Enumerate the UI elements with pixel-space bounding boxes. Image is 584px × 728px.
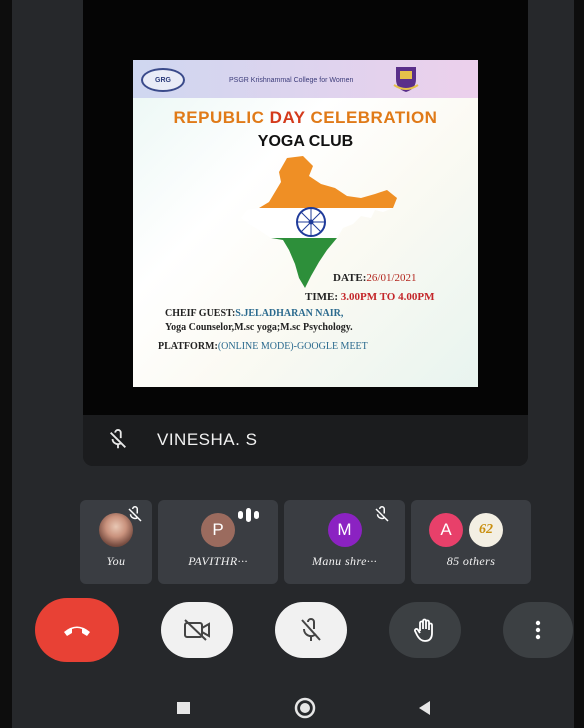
raise-hand-icon bbox=[414, 618, 433, 642]
avatar: A bbox=[429, 513, 463, 547]
chief-guest: CHEIF GUEST:S.JELADHARAN NAIR, bbox=[165, 308, 344, 319]
more-vertical-icon bbox=[535, 620, 541, 640]
end-call-button[interactable] bbox=[35, 598, 119, 662]
mic-toggle-button[interactable] bbox=[275, 602, 347, 658]
square-icon[interactable] bbox=[172, 696, 196, 720]
participant-name: VINESHA. S bbox=[157, 430, 258, 449]
main-video-tile[interactable]: GRG PSGR Krishnammal College for Women R… bbox=[83, 0, 528, 466]
meet-screen: GRG PSGR Krishnammal College for Women R… bbox=[0, 0, 584, 728]
call-controls bbox=[0, 598, 584, 664]
event-poster: GRG PSGR Krishnammal College for Women R… bbox=[133, 60, 478, 387]
participant-strip: You P PAVITHR··· M Manu shre··· A 62 85 … bbox=[80, 500, 531, 584]
participant-name: You bbox=[106, 554, 126, 568]
raise-hand-button[interactable] bbox=[389, 602, 461, 658]
avatar: 62 bbox=[469, 513, 503, 547]
college-crest-icon bbox=[393, 67, 419, 92]
avatar-group: A 62 bbox=[429, 513, 517, 547]
main-tile-label: VINESHA. S bbox=[83, 415, 528, 466]
video-off-icon bbox=[184, 619, 210, 641]
participant-tile-pavithr[interactable]: P PAVITHR··· bbox=[158, 500, 278, 584]
triangle-back-icon[interactable] bbox=[413, 696, 437, 720]
event-time: TIME: 3.00PM TO 4.00PM bbox=[305, 291, 435, 303]
circle-icon[interactable] bbox=[293, 696, 317, 720]
event-title: REPUBLIC DAY CELEBRATION bbox=[173, 108, 438, 127]
participant-name: PAVITHR··· bbox=[188, 554, 248, 568]
chief-guest-role: Yoga Counselor,M.sc yoga;M.sc Psychology… bbox=[165, 322, 353, 333]
more-options-button[interactable] bbox=[503, 602, 573, 658]
avatar: P bbox=[201, 513, 235, 547]
mic-off-icon bbox=[301, 618, 321, 641]
system-nav-bar bbox=[0, 688, 584, 728]
avatar: M bbox=[327, 513, 362, 547]
event-date: DATE:26/01/2021 bbox=[333, 272, 417, 284]
mic-off-icon bbox=[375, 506, 389, 522]
phone-hangup-icon bbox=[64, 626, 90, 636]
college-logo: GRG bbox=[141, 68, 185, 92]
participant-name: Manu shre··· bbox=[311, 554, 378, 568]
participant-name: 85 others bbox=[446, 554, 496, 568]
participant-tile-you[interactable]: You bbox=[80, 500, 152, 584]
camera-toggle-button[interactable] bbox=[161, 602, 233, 658]
participant-tile-others[interactable]: A 62 85 others bbox=[411, 500, 531, 584]
participant-tile-manu[interactable]: M Manu shre··· bbox=[284, 500, 405, 584]
event-platform: PLATFORM:(ONLINE MODE)-GOOGLE MEET bbox=[158, 341, 368, 352]
shared-screen-area: GRG PSGR Krishnammal College for Women R… bbox=[83, 0, 528, 415]
speaking-indicator-icon bbox=[238, 508, 259, 522]
college-name: PSGR Krishnammal College for Women bbox=[229, 77, 354, 84]
club-title: YOGA CLUB bbox=[257, 133, 354, 150]
mic-off-icon bbox=[128, 506, 142, 522]
mic-off-icon bbox=[110, 429, 126, 449]
